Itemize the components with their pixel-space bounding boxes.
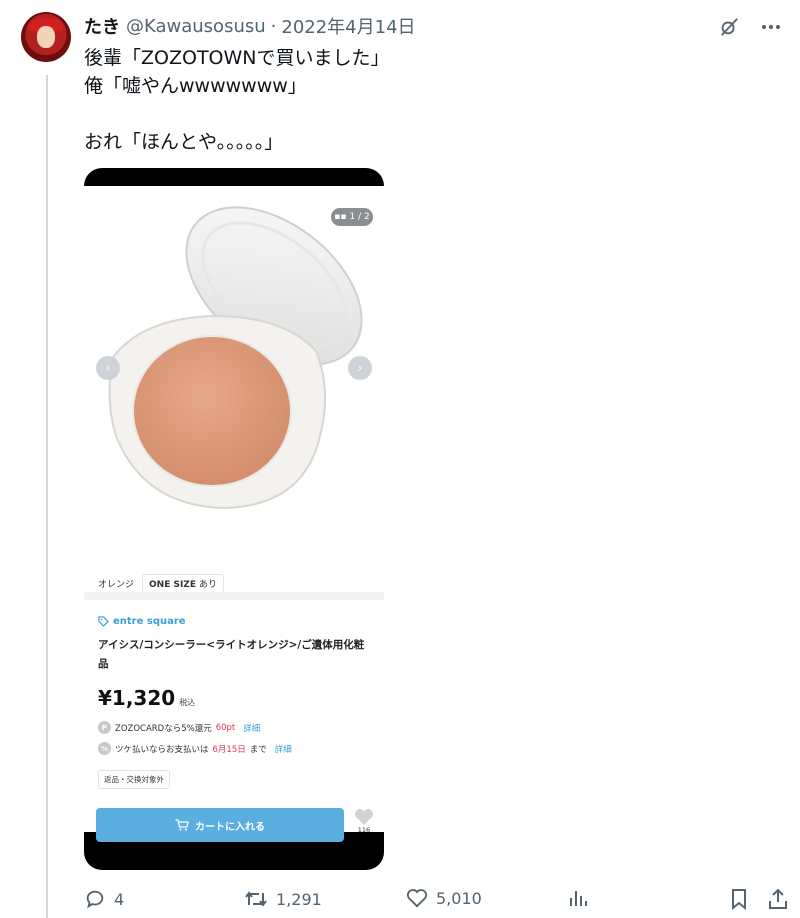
- price: ¥1,320: [98, 686, 176, 710]
- attached-screenshot[interactable]: ▪▪ 1 / 2 ‹ › オレンジ ONE SIZE あり entre squar…: [84, 168, 384, 870]
- grid-icon: ▪▪: [334, 212, 347, 222]
- separator-dot: ·: [270, 15, 277, 37]
- bookmark-icon: [732, 889, 746, 910]
- color-label: オレンジ: [98, 580, 135, 590]
- tweet-actions: 4 1,291 5,010: [84, 888, 787, 914]
- avatar-face: [37, 26, 55, 48]
- retweet-count: 1,291: [276, 889, 322, 909]
- tsuke-payment-row: % ツケ払いならお支払いは 6月15日 まで 詳細: [98, 742, 292, 755]
- tweet-line: [84, 100, 764, 128]
- top-icons: [716, 14, 784, 40]
- point-text: ZOZOCARDなら5%還元: [115, 723, 212, 734]
- point-detail-link[interactable]: 詳細: [243, 722, 260, 734]
- share-icon: [769, 888, 787, 909]
- bookmark-button[interactable]: [730, 888, 748, 910]
- point-icon: P: [98, 721, 111, 734]
- point-amount: 60pt: [215, 722, 236, 733]
- product-attributes: オレンジ ONE SIZE あり: [98, 574, 224, 593]
- heart-icon: [406, 889, 428, 908]
- tsuke-detail-link[interactable]: 詳細: [275, 743, 292, 755]
- reply-button[interactable]: 4: [84, 888, 124, 910]
- display-name[interactable]: たき: [84, 13, 120, 39]
- grok-icon[interactable]: [716, 14, 742, 40]
- image-counter-text: 1 / 2: [349, 212, 370, 222]
- tweet-line: 俺「嘘やんwwwwwww」: [84, 75, 307, 97]
- views-button[interactable]: [568, 888, 588, 908]
- tsuke-date: 6月15日: [212, 744, 246, 755]
- tag-icon: [98, 616, 109, 627]
- cart-icon: [175, 819, 189, 831]
- more-icon[interactable]: [758, 14, 784, 40]
- stock-label: あり: [198, 580, 217, 590]
- favorite-button[interactable]: 116: [352, 808, 376, 834]
- size-label: ONE SIZE: [149, 580, 196, 590]
- analytics-icon: [570, 891, 587, 906]
- tweet-line: おれ「ほんとや。。。。。」: [84, 131, 284, 153]
- tsuke-icon: %: [98, 742, 111, 755]
- size-chip[interactable]: ONE SIZE あり: [142, 574, 224, 593]
- heart-icon: [355, 809, 373, 825]
- like-count: 5,010: [436, 888, 482, 908]
- reply-count: 4: [114, 889, 125, 909]
- thread-line: [46, 75, 48, 918]
- tsuke-text-post: まで: [249, 744, 267, 755]
- like-button[interactable]: 5,010: [406, 888, 482, 908]
- tax-label: 税込: [179, 698, 196, 707]
- chevron-left-icon[interactable]: ‹: [96, 356, 120, 380]
- price-row: ¥1,320 税込: [98, 686, 195, 710]
- product-image: [108, 206, 363, 510]
- tweet-header: たき @Kawausosusu · 2022年4月14日: [84, 13, 416, 39]
- return-policy-tag: 返品・交換対象外: [98, 770, 170, 789]
- image-counter: ▪▪ 1 / 2: [331, 208, 373, 226]
- avatar[interactable]: [21, 12, 71, 62]
- zozocard-point-row: P ZOZOCARDなら5%還元 60pt 詳細: [98, 721, 260, 734]
- tweet-text: 後輩「ZOZOTOWNで買いました」 俺「嘘やんwwwwwww」 おれ「ほんとや…: [84, 44, 764, 156]
- add-to-cart-button[interactable]: カートに入れる: [96, 808, 344, 842]
- tsuke-text: ツケ払いならお支払いは: [115, 744, 209, 755]
- product-page: ▪▪ 1 / 2 ‹ › オレンジ ONE SIZE あり entre squar…: [84, 186, 384, 842]
- user-handle[interactable]: @Kawausosusu: [126, 16, 266, 37]
- favorite-count: 116: [357, 826, 371, 834]
- section-divider: [84, 592, 384, 600]
- cart-label: カートに入れる: [195, 821, 265, 833]
- chevron-right-icon[interactable]: ›: [348, 356, 372, 380]
- retweet-button[interactable]: 1,291: [244, 888, 322, 910]
- brand-name: entre square: [113, 616, 186, 627]
- tweet-line: 後輩「ZOZOTOWNで買いました」: [84, 47, 390, 69]
- tweet-date[interactable]: 2022年4月14日: [281, 13, 415, 39]
- brand-link[interactable]: entre square: [98, 616, 186, 627]
- retweet-icon: [245, 891, 267, 907]
- share-button[interactable]: [768, 888, 788, 910]
- product-name: アイシス/コンシーラー<ライトオレンジ>/ご遺体用化粧品: [98, 639, 365, 670]
- reply-icon: [86, 890, 104, 909]
